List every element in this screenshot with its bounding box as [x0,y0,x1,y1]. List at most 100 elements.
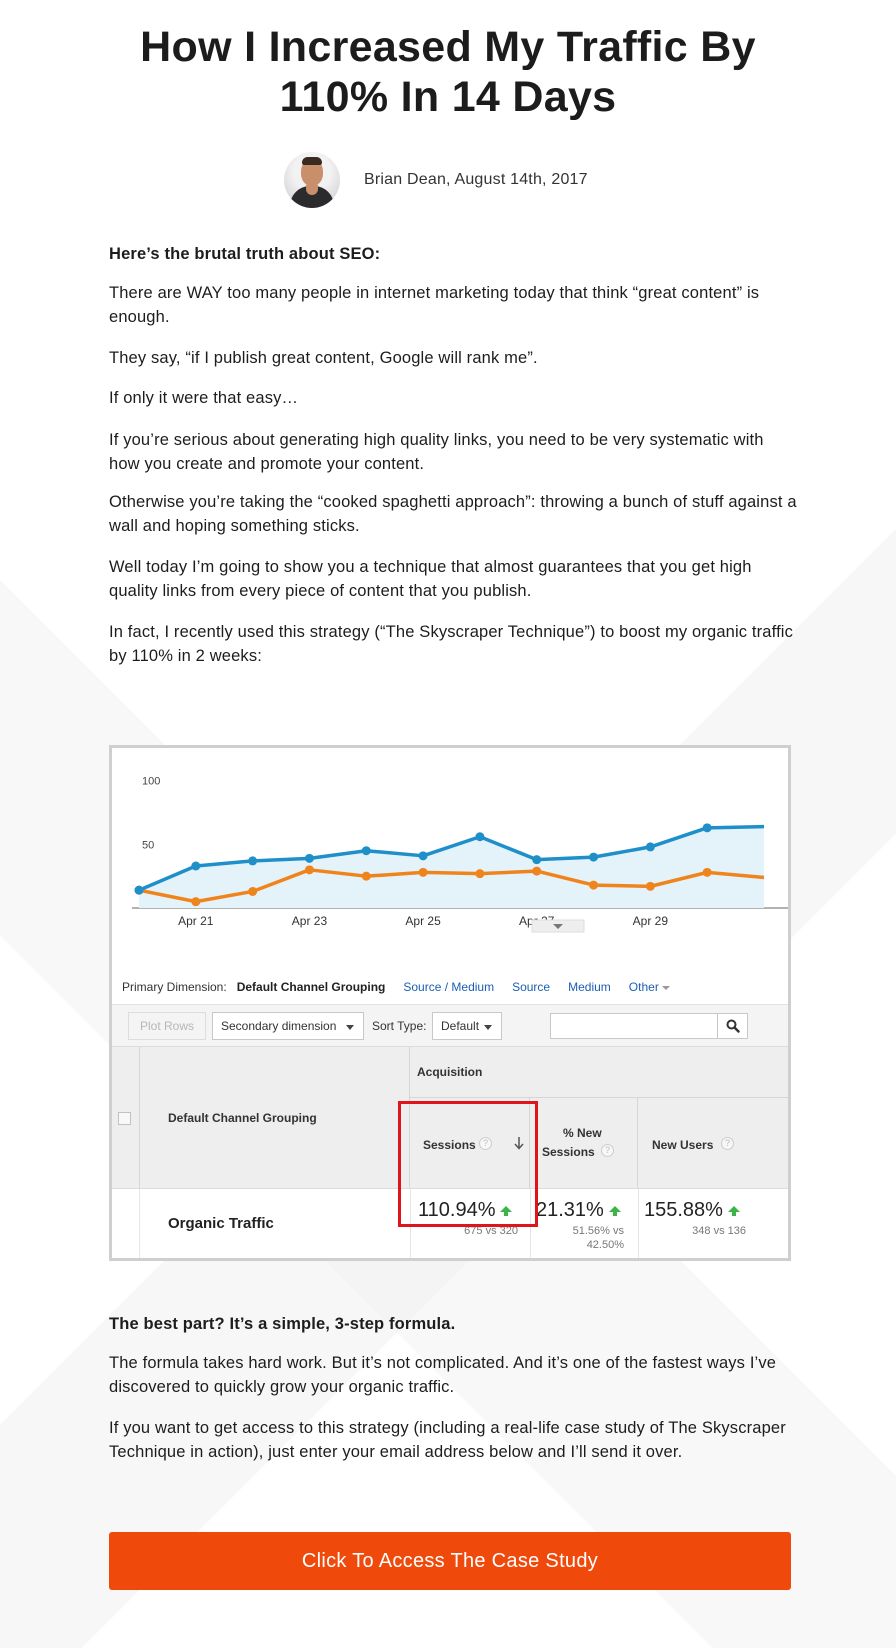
dimension-column-header[interactable]: Default Channel Grouping [140,1047,410,1188]
secondary-dimension-select[interactable]: Secondary dimension [212,1012,364,1040]
up-arrow-icon [727,1206,740,1216]
dimension-source-medium[interactable]: Source / Medium [403,980,494,994]
acquisition-group-header: Acquisition [417,1065,483,1079]
paragraph-7: In fact, I recently used this strategy (… [109,623,794,665]
series-point [532,866,542,876]
best-part-heading: The best part? It’s a simple, 3-step for… [109,1315,456,1333]
secondary-dimension-label: Secondary dimension [221,1019,337,1033]
dimension-other-label: Other [628,980,659,994]
series-point [418,851,428,861]
help-icon[interactable]: ? [601,1144,614,1157]
dimension-column-label: Default Channel Grouping [168,1111,317,1125]
dimension-default-channel-grouping[interactable]: Default Channel Grouping [237,980,386,994]
new-sessions-column-header[interactable]: % New Sessions ? [530,1097,638,1189]
primary-dimension-bar: Primary Dimension: Default Channel Group… [122,980,670,994]
help-icon[interactable]: ? [721,1137,734,1150]
dimension-medium[interactable]: Medium [568,980,611,994]
author-avatar [284,152,340,208]
search-button[interactable] [717,1014,747,1038]
sessions-header-label: Sessions [423,1138,476,1152]
column-divider [410,1189,411,1258]
traffic-line-chart: 10050Apr 21Apr 23Apr 25Apr 27Apr 29 [112,748,788,953]
series-point [361,846,371,856]
new-sessions-header-line2: Sessions [542,1145,595,1159]
series-point [191,861,201,871]
series-point [475,869,485,879]
chart-svg: 10050Apr 21Apr 23Apr 25Apr 27Apr 29 [132,776,788,933]
sessions-comparison: 675 vs 320 [464,1225,518,1237]
intro-heading: Here’s the brutal truth about SEO: [109,245,381,263]
column-divider [530,1189,531,1258]
dimension-other[interactable]: Other [629,980,670,994]
sort-type-value: Default [441,1019,480,1033]
dimension-source[interactable]: Source [512,980,550,994]
sessions-change: 110.94% [418,1199,513,1222]
series-point [304,853,314,863]
series-point [645,881,655,891]
row-checkbox-cell [112,1189,140,1258]
new-users-column-header[interactable]: New Users ? [638,1097,788,1189]
series-point [532,855,542,865]
x-tick-label: Apr 21 [178,914,214,928]
up-arrow-icon [608,1206,621,1216]
series-point [475,832,485,842]
sort-type-label: Sort Type: [372,1019,427,1033]
series-point [589,880,599,890]
x-tick-label: Apr 25 [405,914,441,928]
up-arrow-icon [500,1206,513,1216]
new-sessions-change-value: 21.31% [536,1199,604,1221]
x-tick-label: Apr 23 [292,914,328,928]
paragraph-8: The formula takes hard work. But it’s no… [109,1354,777,1396]
new-sessions-comparison-1: 51.56% vs [572,1225,624,1237]
byline-text: Brian Dean, August 14th, 2017 [364,171,588,188]
new-users-change-value: 155.88% [644,1199,723,1221]
primary-dimension-label: Primary Dimension: [122,980,227,994]
series-point [645,842,655,852]
table-header: Default Channel Grouping Acquisition Ses… [112,1046,788,1189]
analytics-screenshot: 10050Apr 21Apr 23Apr 25Apr 27Apr 29 Prim… [109,745,791,1261]
chevron-down-icon [484,1025,492,1030]
series-point [248,856,258,866]
page-title: How I Increased My Traffic By 110% In 14… [140,23,756,121]
paragraph-4: If you’re serious about generating high … [109,431,764,473]
plot-rows-button[interactable]: Plot Rows [128,1012,206,1040]
paragraph-1: There are WAY too many people in interne… [109,284,760,326]
author-byline: Brian Dean, August 14th, 2017 [284,152,588,208]
sessions-change-value: 110.94% [418,1199,496,1221]
table-search-input[interactable] [550,1013,748,1039]
select-all-column [112,1047,140,1188]
new-users-header-label: New Users [652,1138,714,1152]
new-sessions-header-line1: % New [563,1126,602,1140]
y-tick-label: 50 [142,839,154,851]
paragraph-2: They say, “if I publish great content, G… [109,349,538,367]
series-point [248,886,258,896]
series-point [418,867,428,877]
search-icon [726,1019,740,1033]
new-sessions-comparison-2: 42.50% [586,1239,624,1251]
sort-descending-icon [514,1137,524,1150]
series-point [134,885,144,895]
row-label-organic-traffic[interactable]: Organic Traffic [168,1215,274,1232]
case-study-cta-button[interactable]: Click To Access The Case Study [109,1532,791,1590]
new-users-change: 155.88% [644,1199,740,1222]
x-tick-label: Apr 29 [633,914,669,928]
series-point [589,852,599,862]
new-users-comparison: 348 vs 136 [692,1225,746,1237]
series-point [304,865,314,875]
series-point [702,867,712,877]
paragraph-3: If only it were that easy… [109,389,299,407]
chevron-down-icon [661,985,670,990]
series-point [702,823,712,833]
paragraph-9: If you want to get access to this strate… [109,1419,786,1461]
paragraph-5: Otherwise you’re taking the “cooked spag… [109,493,797,535]
column-divider [638,1189,639,1258]
chevron-down-icon [346,1025,354,1030]
select-all-checkbox[interactable] [118,1112,131,1125]
sessions-column-header[interactable]: Sessions ? [410,1097,530,1189]
series-point [361,871,371,881]
table-row[interactable]: Organic Traffic 110.94% 675 vs 320 21.31… [112,1188,788,1258]
help-icon[interactable]: ? [479,1137,492,1150]
y-tick-label: 100 [142,776,160,788]
sort-type-select[interactable]: Default [432,1012,502,1040]
paragraph-6: Well today I’m going to show you a techn… [109,558,752,600]
